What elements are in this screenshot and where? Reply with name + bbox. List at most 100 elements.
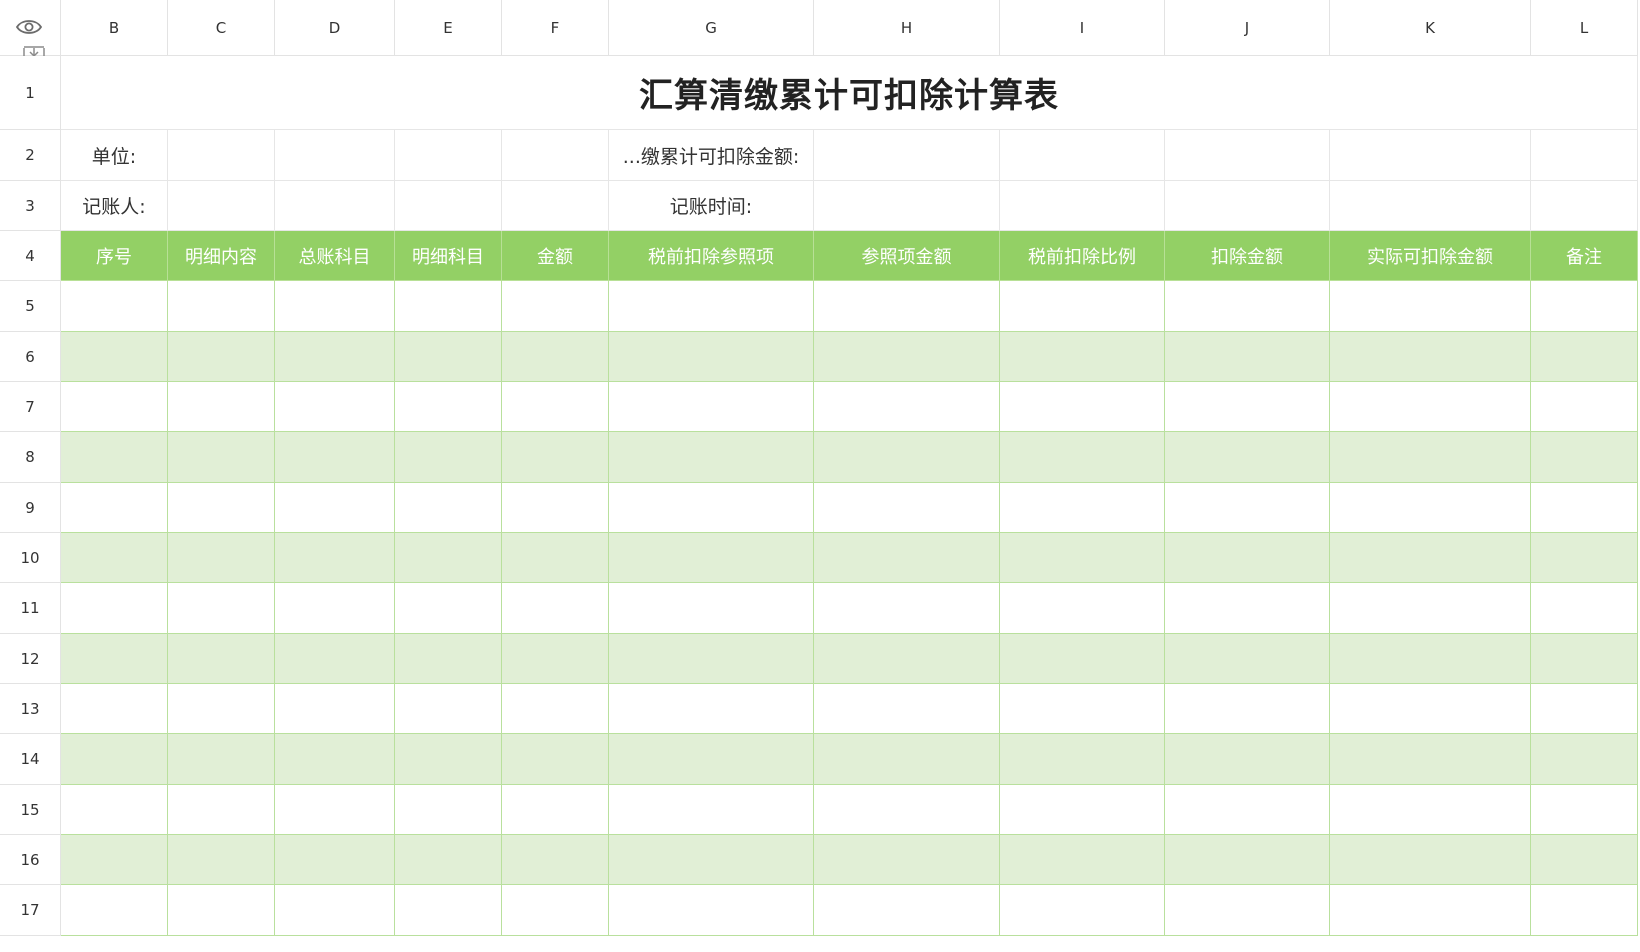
data-cell[interactable]: [168, 634, 275, 684]
data-cell[interactable]: [609, 281, 814, 332]
data-cell[interactable]: [609, 734, 814, 785]
data-cell[interactable]: [502, 483, 609, 533]
data-cell[interactable]: [1330, 835, 1531, 885]
data-cell[interactable]: [502, 583, 609, 634]
row-header-12[interactable]: 12: [0, 634, 61, 684]
data-cell[interactable]: [609, 835, 814, 885]
data-cell[interactable]: [1330, 885, 1531, 936]
cell-l3[interactable]: [1531, 181, 1638, 231]
column-header-h[interactable]: H: [814, 0, 1000, 56]
data-cell[interactable]: [275, 835, 395, 885]
data-cell[interactable]: [502, 634, 609, 684]
eye-icon[interactable]: [14, 16, 44, 38]
data-cell[interactable]: [609, 583, 814, 634]
cell-e3[interactable]: [395, 181, 502, 231]
data-cell[interactable]: [1531, 432, 1638, 483]
data-cell[interactable]: [1000, 583, 1165, 634]
cell-e2[interactable]: [395, 130, 502, 181]
data-cell[interactable]: [1531, 583, 1638, 634]
data-cell[interactable]: [1531, 785, 1638, 835]
row-header-14[interactable]: 14: [0, 734, 61, 785]
data-cell[interactable]: [814, 332, 1000, 382]
data-cell[interactable]: [275, 382, 395, 432]
data-cell[interactable]: [168, 885, 275, 936]
data-cell[interactable]: [1330, 332, 1531, 382]
data-cell[interactable]: [1330, 483, 1531, 533]
data-cell[interactable]: [61, 533, 168, 583]
data-cell[interactable]: [1330, 281, 1531, 332]
data-cell[interactable]: [1165, 734, 1330, 785]
data-cell[interactable]: [609, 332, 814, 382]
data-cell[interactable]: [814, 885, 1000, 936]
data-cell[interactable]: [275, 432, 395, 483]
data-cell[interactable]: [168, 332, 275, 382]
data-cell[interactable]: [609, 432, 814, 483]
data-cell[interactable]: [1165, 483, 1330, 533]
data-cell[interactable]: [1330, 583, 1531, 634]
data-cell[interactable]: [814, 382, 1000, 432]
cell-l2[interactable]: [1531, 130, 1638, 181]
data-cell[interactable]: [1000, 533, 1165, 583]
data-cell[interactable]: [61, 332, 168, 382]
data-cell[interactable]: [1531, 734, 1638, 785]
select-all-corner[interactable]: [0, 0, 61, 66]
data-cell[interactable]: [395, 634, 502, 684]
data-cell[interactable]: [1000, 684, 1165, 734]
data-cell[interactable]: [61, 835, 168, 885]
data-cell[interactable]: [814, 483, 1000, 533]
data-cell[interactable]: [1531, 533, 1638, 583]
data-cell[interactable]: [502, 332, 609, 382]
cell-i2[interactable]: [1000, 130, 1165, 181]
unit-label[interactable]: 单位:: [61, 130, 168, 181]
data-cell[interactable]: [275, 332, 395, 382]
data-cell[interactable]: [275, 734, 395, 785]
data-cell[interactable]: [395, 835, 502, 885]
data-cell[interactable]: [1000, 835, 1165, 885]
cell-j2[interactable]: [1165, 130, 1330, 181]
column-title-j[interactable]: 扣除金额: [1165, 231, 1330, 281]
data-cell[interactable]: [1000, 332, 1165, 382]
data-cell[interactable]: [1330, 432, 1531, 483]
column-title-e[interactable]: 明细科目: [395, 231, 502, 281]
data-cell[interactable]: [275, 885, 395, 936]
data-cell[interactable]: [1531, 281, 1638, 332]
data-cell[interactable]: [168, 533, 275, 583]
row-header-1[interactable]: 1: [0, 56, 61, 130]
column-title-c[interactable]: 明细内容: [168, 231, 275, 281]
data-cell[interactable]: [1000, 885, 1165, 936]
data-cell[interactable]: [61, 483, 168, 533]
data-cell[interactable]: [1165, 835, 1330, 885]
data-cell[interactable]: [275, 684, 395, 734]
cell-k3[interactable]: [1330, 181, 1531, 231]
column-title-g[interactable]: 税前扣除参照项: [609, 231, 814, 281]
data-cell[interactable]: [395, 885, 502, 936]
column-header-l[interactable]: L: [1531, 0, 1638, 56]
column-title-l[interactable]: 备注: [1531, 231, 1638, 281]
data-cell[interactable]: [502, 835, 609, 885]
data-cell[interactable]: [168, 734, 275, 785]
data-cell[interactable]: [502, 281, 609, 332]
row-header-15[interactable]: 15: [0, 785, 61, 835]
data-cell[interactable]: [1165, 281, 1330, 332]
data-cell[interactable]: [609, 684, 814, 734]
data-cell[interactable]: [395, 382, 502, 432]
data-cell[interactable]: [1531, 483, 1638, 533]
data-cell[interactable]: [1165, 583, 1330, 634]
column-title-d[interactable]: 总账科目: [275, 231, 395, 281]
cell-h2[interactable]: [814, 130, 1000, 181]
data-cell[interactable]: [1000, 734, 1165, 785]
cell-d3[interactable]: [275, 181, 395, 231]
column-header-d[interactable]: D: [275, 0, 395, 56]
data-cell[interactable]: [502, 382, 609, 432]
data-cell[interactable]: [814, 634, 1000, 684]
data-cell[interactable]: [395, 583, 502, 634]
data-cell[interactable]: [609, 533, 814, 583]
data-cell[interactable]: [1165, 533, 1330, 583]
cell-h3[interactable]: [814, 181, 1000, 231]
deductible-amount-label[interactable]: ...缴累计可扣除金额:: [609, 130, 814, 181]
data-cell[interactable]: [61, 281, 168, 332]
data-cell[interactable]: [814, 785, 1000, 835]
data-cell[interactable]: [1531, 835, 1638, 885]
data-cell[interactable]: [395, 785, 502, 835]
data-cell[interactable]: [168, 684, 275, 734]
